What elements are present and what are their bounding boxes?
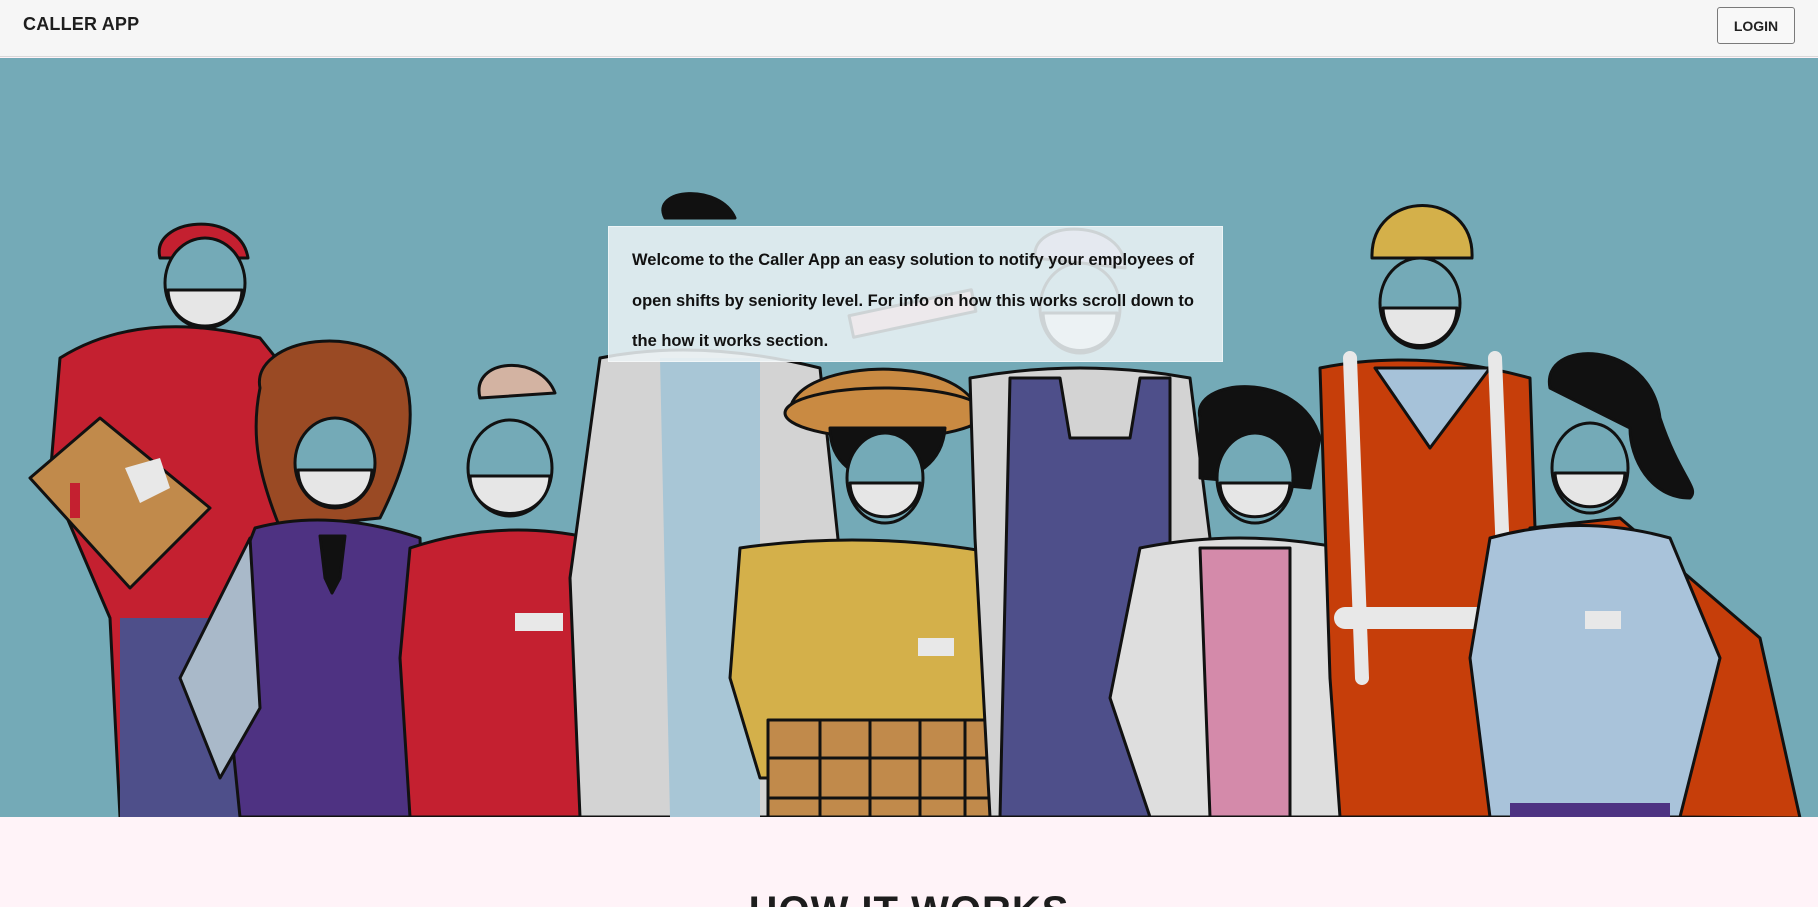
login-button[interactable]: LOGIN <box>1717 7 1795 44</box>
welcome-text: Welcome to the Caller App an easy soluti… <box>632 251 1195 350</box>
top-navbar: CALLER APP LOGIN <box>0 0 1818 57</box>
welcome-message-box: Welcome to the Caller App an easy soluti… <box>608 226 1223 362</box>
hero-banner: Welcome to the Caller App an easy soluti… <box>0 58 1818 817</box>
how-it-works-title: HOW IT WORKS <box>0 889 1818 907</box>
how-it-works-section: HOW IT WORKS <box>0 817 1818 907</box>
workers-illustration <box>28 192 1802 817</box>
app-brand[interactable]: CALLER APP <box>23 14 139 35</box>
